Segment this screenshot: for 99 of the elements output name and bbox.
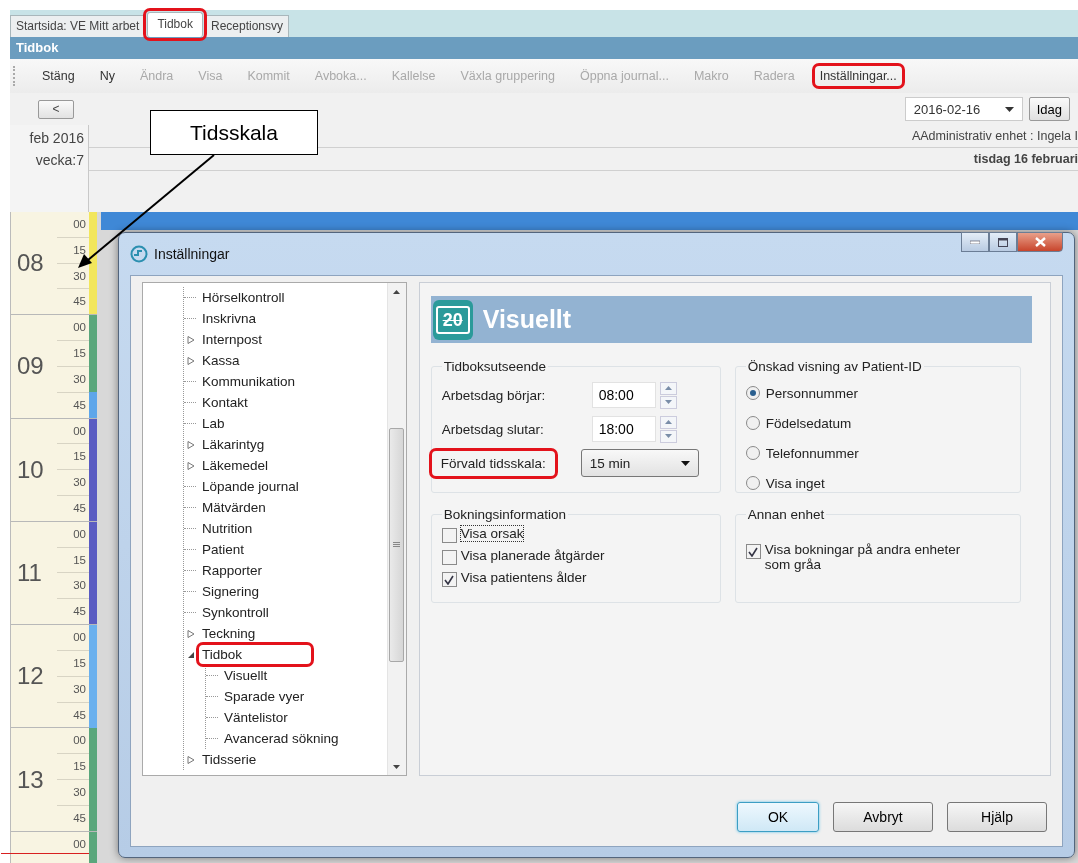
- dialog-title: Inställningar: [154, 246, 230, 262]
- panel-title: Tidbok: [10, 37, 1078, 59]
- minimize-button[interactable]: [961, 232, 989, 252]
- group-title: Tidboksutseende: [442, 359, 547, 374]
- radio-button[interactable]: [745, 446, 760, 460]
- radio-button[interactable]: [745, 386, 760, 400]
- time-field[interactable]: 08:00: [591, 382, 656, 408]
- down-arrow-icon: [664, 400, 672, 404]
- up-arrow-icon: [393, 289, 401, 294]
- tree-item[interactable]: Läkarintyg: [200, 436, 267, 453]
- tree-item[interactable]: Lab: [200, 415, 227, 432]
- caret-icon: [1004, 106, 1014, 112]
- checkbox[interactable]: [745, 544, 761, 559]
- week-label: vecka:7: [34, 151, 85, 170]
- tree-item[interactable]: Inskrivna: [200, 310, 259, 327]
- page-title: Visuellt: [482, 305, 572, 334]
- up-arrow-icon: [664, 420, 672, 424]
- tree-item[interactable]: Kontakt: [200, 394, 250, 411]
- check-icon: [748, 546, 759, 557]
- checkbox[interactable]: [441, 550, 457, 565]
- group-title: Bokningsinformation: [442, 507, 567, 522]
- spinner-buttons[interactable]: [659, 381, 677, 409]
- previous-button[interactable]: <: [38, 99, 74, 119]
- minimize-icon: [970, 240, 980, 244]
- tree-item[interactable]: Internpost: [200, 331, 265, 348]
- option-label: Visa planerade åtgärder: [460, 548, 605, 563]
- tree-item[interactable]: Nutrition: [200, 520, 255, 537]
- time-field[interactable]: 18:00: [591, 416, 656, 442]
- tree-item[interactable]: Avancerad sökning: [222, 730, 341, 747]
- option-label: Visa orsak: [460, 526, 524, 541]
- check-icon: [444, 574, 455, 585]
- option-label: Födelsedatum: [765, 415, 852, 431]
- date-dropdown[interactable]: 2016-02-16: [904, 97, 1023, 121]
- dialog-button[interactable]: Hjälp: [947, 802, 1047, 832]
- option-label: Visa patientens ålder: [460, 570, 587, 585]
- close-button[interactable]: [1017, 232, 1063, 252]
- group-title: Önskad visning av Patient-ID: [746, 359, 923, 374]
- tree-item[interactable]: Rapporter: [200, 562, 265, 579]
- option-label: Visa inget: [765, 475, 825, 491]
- hour-label: 13: [16, 764, 45, 795]
- minute-label: 45: [72, 501, 87, 516]
- tab[interactable]: Startsida: VE Mitt arbet: [10, 15, 146, 37]
- tree-item[interactable]: Teckning: [200, 625, 258, 642]
- today-button[interactable]: Idag: [1028, 97, 1070, 121]
- hour-label: 11: [16, 558, 43, 589]
- tree-item[interactable]: Kassa: [200, 352, 242, 369]
- scrollbar-thumb[interactable]: [389, 428, 405, 662]
- minute-label: 45: [72, 294, 87, 310]
- option-label: Visa bokningar på andra enheter som gråa: [764, 542, 962, 572]
- tree-item[interactable]: Signering: [200, 583, 262, 600]
- checkbox[interactable]: [441, 572, 457, 587]
- tree-item[interactable]: Hörselkontroll: [200, 289, 287, 306]
- caret-icon: [680, 460, 690, 466]
- tree-item[interactable]: Tidsserie: [200, 751, 259, 768]
- tree-item[interactable]: Löpande journal: [200, 478, 301, 495]
- toolbar-button[interactable]: Stäng: [38, 67, 79, 85]
- grip-icon: [393, 542, 401, 548]
- field-label: Arbetsdag börjar:: [441, 386, 547, 405]
- spinner-buttons[interactable]: [659, 415, 677, 443]
- minute-label: 45: [72, 397, 87, 413]
- toolbar-button[interactable]: Ny: [95, 67, 119, 85]
- down-arrow-icon: [393, 764, 401, 769]
- toolbar-grip: [13, 66, 17, 86]
- up-arrow-icon: [664, 386, 672, 390]
- option-label: Telefonnummer: [765, 445, 859, 461]
- close-icon: [1034, 237, 1046, 247]
- icon-label: 20: [435, 305, 470, 334]
- dialog-button[interactable]: Avbryt: [833, 802, 933, 832]
- tree-item[interactable]: Väntelistor: [222, 709, 290, 726]
- minute-label: 45: [72, 810, 87, 826]
- tree-item[interactable]: Kommunikation: [200, 373, 298, 390]
- month-label: feb 2016: [28, 129, 85, 148]
- maximize-icon: [998, 237, 1008, 247]
- maximize-button[interactable]: [989, 232, 1017, 252]
- radio-button[interactable]: [745, 476, 760, 490]
- tree-item[interactable]: Patient: [200, 541, 247, 558]
- tree-item[interactable]: Sparade vyer: [222, 688, 307, 705]
- hour-label: 12: [16, 661, 45, 692]
- hour-label: 08: [16, 248, 45, 279]
- callout-label: Tidsskala: [150, 110, 318, 155]
- tree-item[interactable]: Läkemedel: [200, 457, 271, 474]
- minute-label: 45: [72, 604, 87, 620]
- dialog-button[interactable]: OK: [737, 802, 819, 832]
- minute-label: 00: [72, 836, 87, 852]
- tree-item[interactable]: Synkontroll: [200, 604, 271, 621]
- option-label: Personnummer: [765, 385, 858, 401]
- tree-item[interactable]: Mätvärden: [200, 499, 268, 516]
- group-title: Annan enhet: [746, 507, 826, 522]
- hour-label: 09: [16, 351, 45, 382]
- minute-label: 45: [72, 707, 87, 723]
- checkbox[interactable]: [441, 528, 457, 543]
- timescale-dropdown[interactable]: 15 min: [580, 449, 699, 477]
- tab[interactable]: Receptionsvy: [204, 15, 289, 37]
- down-arrow-icon: [664, 434, 672, 438]
- radio-button[interactable]: [745, 416, 760, 430]
- hour-label: 10: [16, 454, 45, 485]
- tree-item[interactable]: Visuellt: [222, 667, 270, 684]
- field-label: Arbetsdag slutar:: [441, 420, 545, 439]
- app-icon: [130, 245, 148, 263]
